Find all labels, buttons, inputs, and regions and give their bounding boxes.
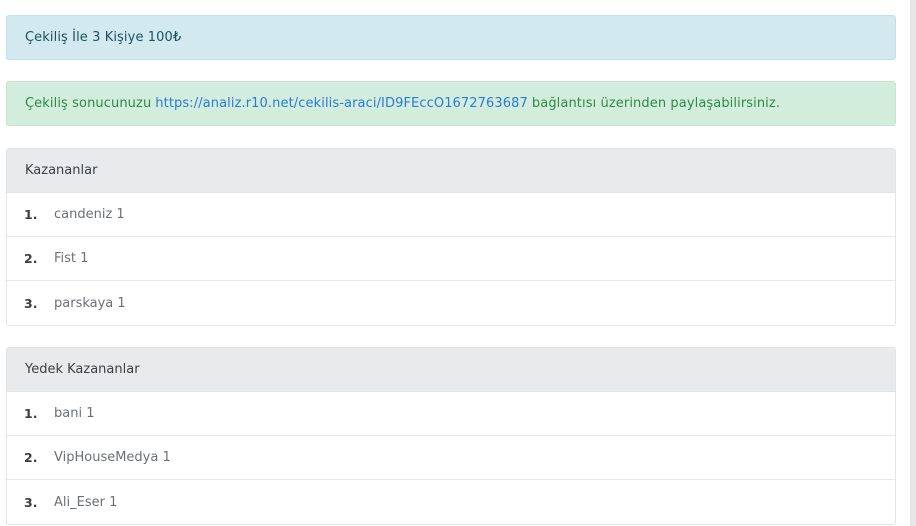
share-suffix-text: bağlantısı üzerinden paylaşabilirsiniz. <box>531 96 781 111</box>
winner-list-item: 2. Fist 1 <box>7 237 895 281</box>
winner-rank: 1. <box>24 207 38 222</box>
backup-winners-header: Yedek Kazananlar <box>7 348 895 392</box>
winner-rank: 3. <box>24 295 38 311</box>
backup-winners-card: Yedek Kazananlar 1. bani 1 2. VipHouseMe… <box>6 347 896 525</box>
winners-header: Kazananlar <box>7 149 895 193</box>
winner-list-item: 3. parskaya 1 <box>7 281 895 325</box>
backup-winner-name: VipHouseMedya 1 <box>54 450 171 465</box>
winner-name: parskaya 1 <box>54 295 126 311</box>
winner-name: Fist 1 <box>54 251 89 266</box>
share-prefix-text: Çekiliş sonucunuzu <box>25 96 152 111</box>
page-scrollbar[interactable] <box>910 0 916 526</box>
giveaway-info-text: Çekiliş İle 3 Kişiye 100₺ <box>25 30 182 45</box>
backup-winner-rank: 2. <box>24 450 38 465</box>
backup-winner-list-item: 1. bani 1 <box>7 392 895 436</box>
giveaway-result-page: Çekiliş İle 3 Kişiye 100₺ Çekiliş sonucu… <box>0 0 916 526</box>
share-result-alert: Çekiliş sonucunuzu https://analiz.r10.ne… <box>6 81 896 126</box>
backup-winner-name: Ali_Eser 1 <box>54 494 118 510</box>
backup-winner-list-item: 3. Ali_Eser 1 <box>7 480 895 524</box>
share-result-link[interactable]: https://analiz.r10.net/cekilis-araci/ID9… <box>155 96 528 111</box>
winner-list-item: 1. candeniz 1 <box>7 193 895 237</box>
winners-card: Kazananlar 1. candeniz 1 2. Fist 1 3. pa… <box>6 148 896 326</box>
backup-winner-rank: 1. <box>24 406 38 421</box>
backup-winner-name: bani 1 <box>54 406 95 421</box>
winner-rank: 2. <box>24 251 38 266</box>
winner-name: candeniz 1 <box>54 207 125 222</box>
giveaway-info-alert: Çekiliş İle 3 Kişiye 100₺ <box>6 15 896 60</box>
backup-winner-rank: 3. <box>24 494 38 510</box>
backup-winner-list-item: 2. VipHouseMedya 1 <box>7 436 895 480</box>
